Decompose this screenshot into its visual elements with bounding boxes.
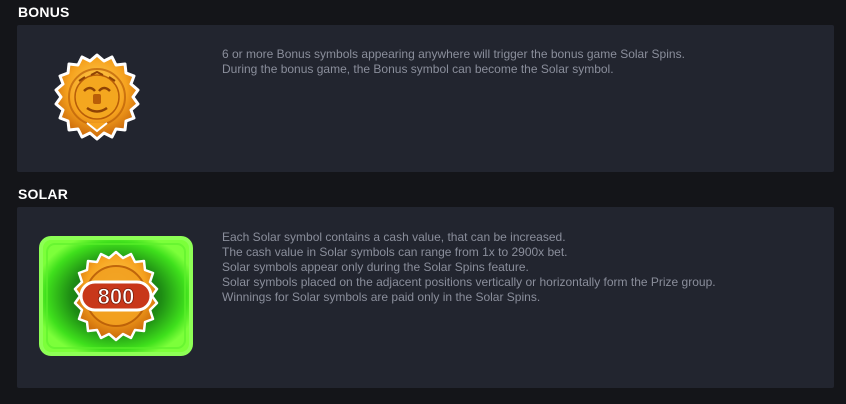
paytable-page: BONUS 6 or more Bonus symbols appearing … — [0, 0, 846, 404]
sun-medallion-icon — [53, 53, 141, 141]
bonus-description: 6 or more Bonus symbols appearing anywhe… — [222, 47, 818, 77]
bonus-card: 6 or more Bonus symbols appearing anywhe… — [17, 25, 834, 172]
bonus-line-2: During the bonus game, the Bonus symbol … — [222, 62, 614, 76]
solar-symbol-icon: 800 — [37, 234, 195, 358]
bonus-section-title: BONUS — [18, 4, 70, 20]
solar-line-2: The cash value in Solar symbols can rang… — [222, 245, 568, 259]
solar-value-label: 800 — [98, 284, 135, 309]
bonus-line-1: 6 or more Bonus symbols appearing anywhe… — [222, 47, 685, 61]
solar-description: Each Solar symbol contains a cash value,… — [222, 230, 818, 305]
solar-line-3: Solar symbols appear only during the Sol… — [222, 260, 529, 274]
solar-line-1: Each Solar symbol contains a cash value,… — [222, 230, 566, 244]
solar-line-4: Solar symbols placed on the adjacent pos… — [222, 275, 716, 289]
solar-line-5: Winnings for Solar symbols are paid only… — [222, 290, 541, 304]
solar-section-title: SOLAR — [18, 186, 68, 202]
solar-card: 800 Each Solar symbol contains a cash va… — [17, 207, 834, 388]
